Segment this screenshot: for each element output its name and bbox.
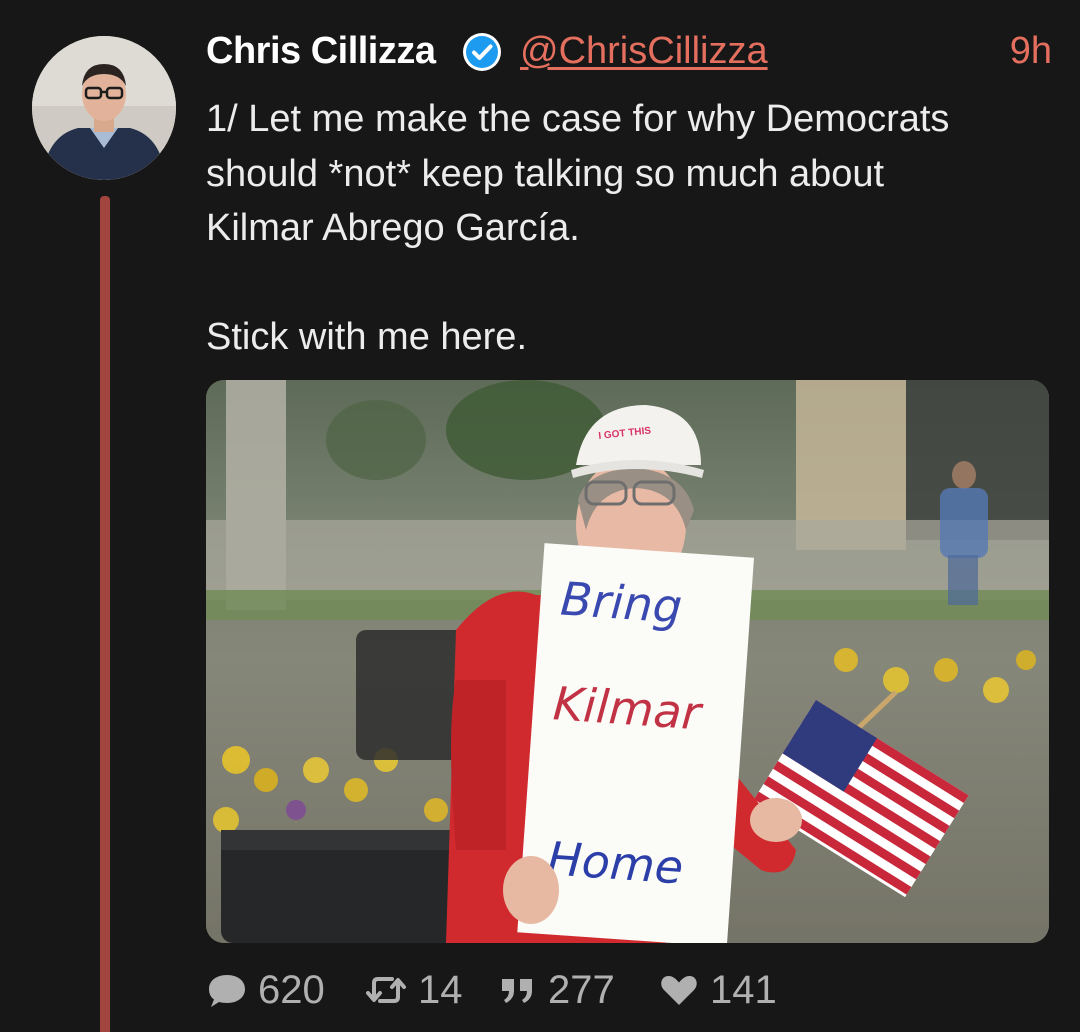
author-name[interactable]: Chris Cillizza [206,30,436,73]
reply-button[interactable]: 620 [206,964,325,1016]
sign-line-1: Bring [559,571,684,633]
post-header: Chris Cillizza @ChrisCillizza 9h [206,28,1052,80]
heart-icon [661,976,697,1005]
post-image[interactable]: I GOT THIS Bring Kilmar Home [206,380,1049,943]
quote-count: 277 [548,967,615,1012]
reply-count: 620 [258,967,325,1012]
post-text-line: Stick with me here. [206,315,527,358]
reply-bubble-icon [209,975,245,1007]
quote-button[interactable]: 277 [498,964,615,1016]
post-actions: 620 14 277 141 [206,964,906,1016]
post-text: 1/ Let me make the case for why Democrat… [206,92,1056,364]
post-timestamp[interactable]: 9h [1010,30,1052,73]
like-count: 141 [710,967,777,1012]
sign-line-2: Kilmar [551,676,705,740]
sign-line-3: Home [546,831,685,894]
repost-count: 14 [418,967,463,1012]
like-button[interactable]: 141 [658,964,777,1016]
repost-icon [366,977,406,1003]
thread-line [100,196,110,1032]
verified-badge-icon [462,32,502,72]
author-avatar[interactable] [32,36,176,180]
post-text-line: Kilmar Abrego García. [206,207,580,249]
quote-icon [502,979,532,1003]
repost-button[interactable]: 14 [364,964,463,1016]
author-handle[interactable]: @ChrisCillizza [520,30,768,73]
post-text-line: 1/ Let me make the case for why Democrat… [206,98,950,140]
post-text-line: should *not* keep talking so much about [206,152,885,195]
